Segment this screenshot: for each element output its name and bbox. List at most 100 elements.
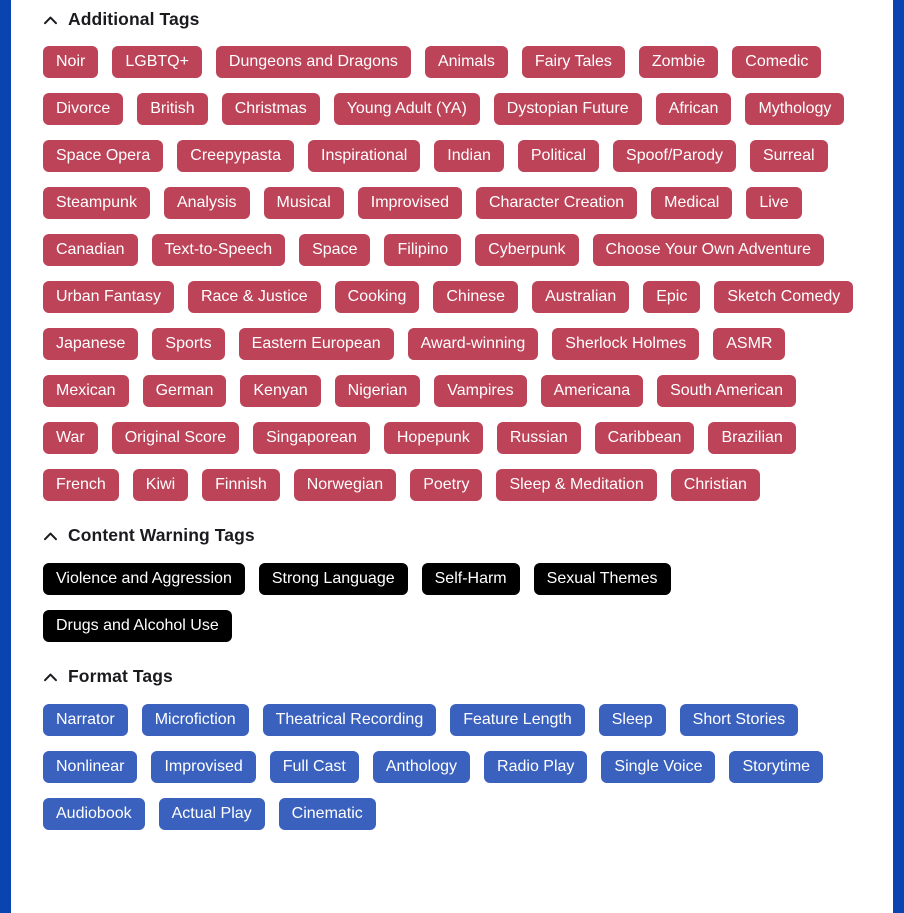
tag-chip[interactable]: Canadian [43,234,138,266]
tag-chip[interactable]: ASMR [713,328,786,360]
tag-chip[interactable]: Filipino [384,234,462,266]
tag-chip[interactable]: Original Score [111,422,240,454]
tag-chip[interactable]: Kiwi [132,469,189,501]
tag-chip[interactable]: Microfiction [141,704,249,736]
tag-chip[interactable]: Finnish [202,469,280,501]
tag-chip[interactable]: Norwegian [293,469,397,501]
tag-chip[interactable]: Young Adult (YA) [333,93,480,125]
tag-chip[interactable]: Japanese [43,328,139,360]
tag-chip[interactable]: Sexual Themes [533,563,671,595]
tag-chip[interactable]: Chinese [433,281,519,313]
section-header-format-tags[interactable]: Format Tags [22,656,882,698]
tag-chip[interactable]: Steampunk [43,187,150,219]
tag-chip[interactable]: Dystopian Future [493,93,642,125]
tag-chip[interactable]: Inspirational [308,140,421,172]
tag-chip[interactable]: Dungeons and Dragons [215,46,411,78]
tag-chip[interactable]: Sleep [598,704,666,736]
section-header-content-warning-tags[interactable]: Content Warning Tags [22,515,882,557]
tag-chip[interactable]: Theatrical Recording [262,704,437,736]
tag-chip[interactable]: Improvised [357,187,462,219]
tag-chip[interactable]: Narrator [43,704,128,736]
tag-chip[interactable]: Single Voice [601,751,716,783]
tag-chip[interactable]: Comedic [732,46,822,78]
tag-chip[interactable]: Drugs and Alcohol Use [43,610,232,642]
tag-chip[interactable]: Feature Length [450,704,585,736]
tag-chip[interactable]: Epic [643,281,701,313]
tag-browser-content: Additional Tags Noir LGBTQ+ Dungeons and Dr… [22,0,882,913]
tag-chip[interactable]: War [43,422,98,454]
tag-chip[interactable]: Political [517,140,600,172]
tag-chip[interactable]: Singaporean [253,422,370,454]
tag-chip[interactable]: Race & Justice [187,281,321,313]
page-frame: Additional Tags Noir LGBTQ+ Dungeons and Dr… [0,0,904,913]
tag-chip[interactable]: British [137,93,208,125]
tag-chip[interactable]: Mythology [745,93,845,125]
tag-chip[interactable]: Australian [532,281,630,313]
tag-chip[interactable]: Sports [152,328,225,360]
tag-chip[interactable]: African [655,93,732,125]
tag-chip[interactable]: Live [746,187,802,219]
tag-chip[interactable]: Americana [540,375,644,407]
tag-chip[interactable]: Violence and Aggression [43,563,245,595]
tag-chip[interactable]: Self-Harm [421,563,520,595]
tag-chip[interactable]: Cooking [334,281,420,313]
tag-list-additional-tags: Noir LGBTQ+ Dungeons and Dragons Animals Fai… [22,40,882,501]
tag-chip[interactable]: Christian [670,469,760,501]
tag-chip[interactable]: Zombie [638,46,719,78]
tag-chip[interactable]: Animals [424,46,508,78]
tag-chip[interactable]: Nigerian [334,375,421,407]
tag-chip[interactable]: Vampires [434,375,527,407]
tag-chip[interactable]: Space Opera [43,140,164,172]
tag-chip[interactable]: Christmas [221,93,320,125]
tag-chip[interactable]: Nonlinear [43,751,138,783]
tag-chip[interactable]: Fairy Tales [521,46,625,78]
tag-list-content-warning-tags: Violence and Aggression Strong Language Se… [22,557,882,642]
tag-chip[interactable]: Creepypasta [177,140,294,172]
tag-chip[interactable]: Noir [43,46,99,78]
tag-chip[interactable]: Actual Play [158,798,265,830]
tag-chip[interactable]: Choose Your Own Adventure [592,234,825,266]
chevron-up-icon[interactable] [42,528,59,545]
tag-chip[interactable]: Space [299,234,371,266]
tag-chip[interactable]: Sketch Comedy [714,281,854,313]
tag-chip[interactable]: Russian [496,422,581,454]
tag-chip[interactable]: Poetry [410,469,483,501]
tag-list-format-tags: Narrator Microfiction Theatrical Recording… [22,698,882,830]
tag-chip[interactable]: Medical [651,187,733,219]
tag-chip[interactable]: Divorce [43,93,124,125]
tag-chip[interactable]: Storytime [729,751,824,783]
tag-chip[interactable]: Analysis [163,187,250,219]
tag-chip[interactable]: Hopepunk [383,422,483,454]
tag-chip[interactable]: Character Creation [476,187,638,219]
chevron-up-icon[interactable] [42,12,59,29]
tag-chip[interactable]: Award-winning [407,328,539,360]
tag-chip[interactable]: Eastern European [238,328,394,360]
tag-chip[interactable]: Sherlock Holmes [552,328,700,360]
tag-chip[interactable]: Cyberpunk [475,234,579,266]
tag-chip[interactable]: Indian [434,140,504,172]
section-header-additional-tags[interactable]: Additional Tags [22,0,882,40]
tag-chip[interactable]: Audiobook [43,798,145,830]
tag-chip[interactable]: Full Cast [269,751,359,783]
tag-chip[interactable]: French [43,469,119,501]
tag-chip[interactable]: Kenyan [240,375,321,407]
tag-chip[interactable]: Cinematic [278,798,376,830]
tag-chip[interactable]: Urban Fantasy [43,281,174,313]
chevron-up-icon[interactable] [42,669,59,686]
tag-chip[interactable]: Sleep & Meditation [496,469,657,501]
tag-chip[interactable]: Anthology [372,751,471,783]
tag-chip[interactable]: Text-to-Speech [151,234,286,266]
tag-chip[interactable]: Caribbean [594,422,695,454]
tag-chip[interactable]: Short Stories [679,704,799,736]
tag-chip[interactable]: Brazilian [708,422,796,454]
tag-chip[interactable]: LGBTQ+ [112,46,202,78]
tag-chip[interactable]: South American [657,375,797,407]
tag-chip[interactable]: Strong Language [258,563,408,595]
tag-chip[interactable]: Radio Play [484,751,588,783]
tag-chip[interactable]: Improvised [151,751,256,783]
tag-chip[interactable]: German [142,375,227,407]
tag-chip[interactable]: Mexican [43,375,129,407]
tag-chip[interactable]: Spoof/Parody [613,140,736,172]
tag-chip[interactable]: Musical [263,187,344,219]
tag-chip[interactable]: Surreal [749,140,828,172]
